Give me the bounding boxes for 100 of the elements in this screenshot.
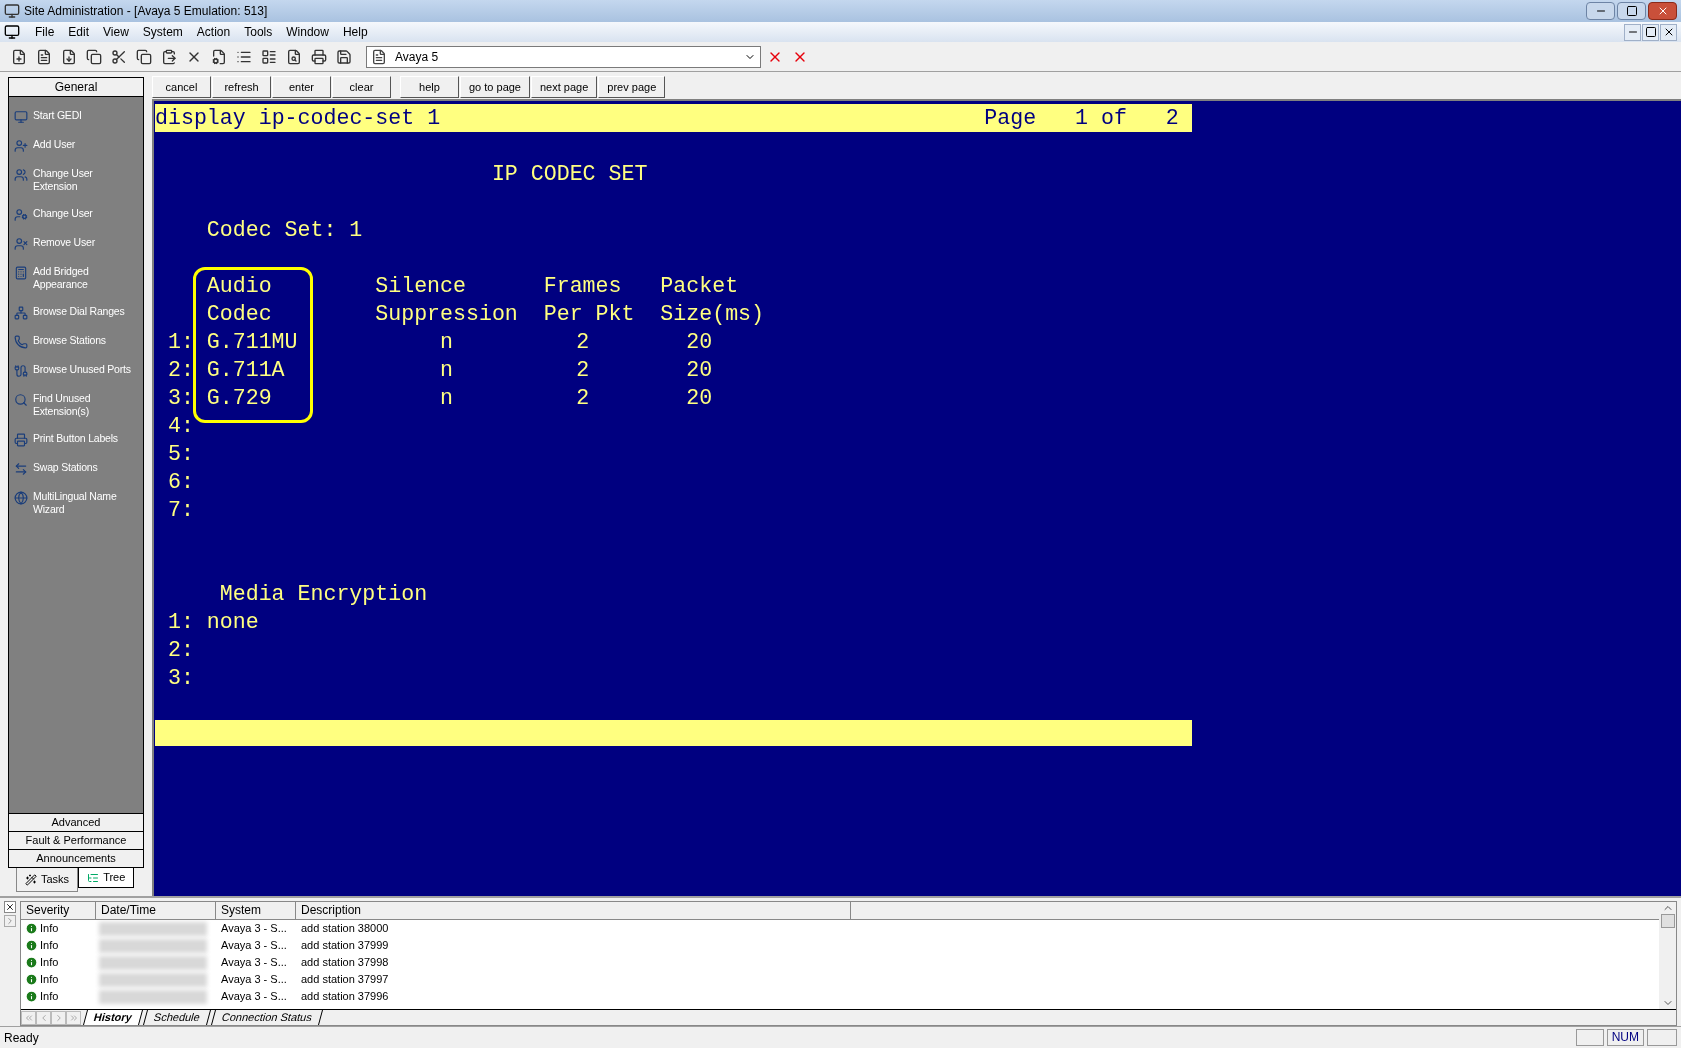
- severity-cell-text: Info: [40, 921, 59, 937]
- task-item[interactable]: Find Unused Extension(s): [9, 392, 143, 418]
- connection-dropdown[interactable]: Avaya 5: [366, 45, 761, 68]
- details-icon: [261, 48, 277, 65]
- status-text: Ready: [4, 1029, 39, 1047]
- menu-item[interactable]: Window: [279, 23, 336, 41]
- minimize-button[interactable]: [1586, 2, 1615, 20]
- codec-value: G.711MU: [206, 330, 298, 354]
- swap-icon: [14, 462, 28, 476]
- task-item[interactable]: Browse Dial Ranges: [9, 305, 143, 320]
- task-item[interactable]: Change User Extension: [9, 167, 143, 193]
- row-number: 3:: [167, 386, 194, 410]
- column-header: Codec: [206, 302, 272, 326]
- cable-icon: [14, 364, 28, 378]
- close-button[interactable]: [1660, 23, 1677, 41]
- properties-icon: [211, 48, 227, 65]
- sidebar-header[interactable]: General: [9, 78, 143, 97]
- info-icon: [25, 973, 38, 986]
- row-number: 1:: [167, 330, 194, 354]
- status-indicator: NUM: [1606, 1029, 1644, 1046]
- menu-item[interactable]: System: [135, 23, 190, 41]
- printer-icon: [311, 48, 327, 65]
- column-header: Frames: [543, 274, 622, 298]
- task-item[interactable]: Change User: [9, 207, 143, 222]
- menu-item[interactable]: Edit: [61, 23, 97, 41]
- packet-size-value: 20: [686, 330, 713, 354]
- command-button[interactable]: help: [400, 76, 459, 98]
- task-item[interactable]: Remove User: [9, 236, 143, 251]
- menu-item[interactable]: File: [28, 23, 62, 41]
- row-number: 7:: [167, 498, 194, 522]
- sidebar-section[interactable]: Announcements: [9, 849, 143, 867]
- task-item[interactable]: Add User: [9, 138, 143, 153]
- system-cell: Avaya 3 - S...: [221, 939, 287, 952]
- user-plus-icon: [14, 139, 28, 153]
- sidebar-section[interactable]: Advanced: [9, 813, 143, 831]
- severity-cell-text: Info: [40, 989, 59, 1005]
- tree-icon: [87, 871, 100, 884]
- monitor-icon: [14, 110, 28, 124]
- info-icon: [25, 922, 38, 935]
- task-item[interactable]: Print Button Labels: [9, 432, 143, 447]
- close-icon: [5, 902, 15, 912]
- system-cell: Avaya 3 - S...: [221, 990, 287, 1003]
- column-header[interactable]: Description: [296, 902, 851, 919]
- minimize-button[interactable]: [1624, 23, 1641, 41]
- menu-item[interactable]: Help: [335, 23, 375, 41]
- sidebar-tab[interactable]: Tasks: [16, 868, 79, 892]
- sidebar-section[interactable]: Fault & Performance: [9, 831, 143, 849]
- scroll-thumb[interactable]: [1660, 914, 1675, 928]
- copy-icon: [86, 48, 102, 65]
- arrow-right-icon: [5, 916, 15, 926]
- scrollbar[interactable]: [1659, 902, 1676, 1009]
- restore-button[interactable]: [1642, 23, 1659, 41]
- silence-value: n: [440, 386, 454, 410]
- command-button[interactable]: enter: [272, 76, 331, 98]
- row-number: 1:: [167, 610, 194, 634]
- task-item[interactable]: Browse Stations: [9, 334, 143, 349]
- menu-item[interactable]: Tools: [237, 23, 280, 41]
- command-button[interactable]: refresh: [212, 76, 271, 98]
- command-button[interactable]: cancel: [152, 76, 211, 98]
- sidebar-tab[interactable]: Tree: [78, 868, 135, 888]
- menu-item[interactable]: View: [96, 23, 136, 41]
- log-tab[interactable]: History: [83, 1010, 143, 1025]
- log-tab[interactable]: Schedule: [142, 1010, 211, 1025]
- menu-item[interactable]: Action: [189, 23, 238, 41]
- task-item[interactable]: Start GEDI: [9, 109, 143, 124]
- command-button[interactable]: next page: [531, 76, 598, 98]
- description-cell: add station 38000: [301, 922, 389, 935]
- description-cell: add station 37999: [301, 939, 389, 952]
- user-gear-icon: [14, 208, 28, 222]
- globe-icon: [14, 491, 28, 505]
- packet-size-value: 20: [686, 358, 713, 382]
- task-item[interactable]: Browse Unused Ports: [9, 363, 143, 378]
- close-button[interactable]: [1648, 2, 1677, 20]
- info-icon: [25, 939, 38, 952]
- restore-button[interactable]: [1617, 2, 1646, 20]
- task-item[interactable]: MultiLingual Name Wizard: [9, 490, 143, 516]
- row-number: 5:: [167, 442, 194, 466]
- last-page-icon: [68, 1012, 79, 1023]
- silence-value: n: [440, 330, 454, 354]
- calculator-icon: [14, 266, 28, 280]
- task-item[interactable]: Swap Stations: [9, 461, 143, 476]
- new-file-icon: [11, 48, 27, 65]
- download-file-icon: [61, 48, 77, 65]
- cut-icon: [111, 48, 127, 65]
- close-button[interactable]: [4, 901, 16, 913]
- command-button[interactable]: prev page: [598, 76, 666, 98]
- first-page-icon: [23, 1012, 34, 1023]
- column-header[interactable]: Date/Time: [96, 902, 216, 919]
- task-item[interactable]: Add Bridged Appearance: [9, 265, 143, 291]
- search-icon: [14, 393, 28, 407]
- row-number: 2:: [167, 358, 194, 382]
- column-header: Packet: [660, 274, 739, 298]
- column-header[interactable]: System: [216, 902, 296, 919]
- command-button[interactable]: go to page: [460, 76, 530, 98]
- packet-size-value: 20: [686, 386, 713, 410]
- frames-value: 2: [576, 386, 590, 410]
- column-header[interactable]: Severity: [21, 902, 96, 919]
- command-text: display ip-codec-set 1: [155, 105, 441, 132]
- command-button[interactable]: clear: [332, 76, 391, 98]
- log-tab[interactable]: Connection Status: [210, 1010, 323, 1025]
